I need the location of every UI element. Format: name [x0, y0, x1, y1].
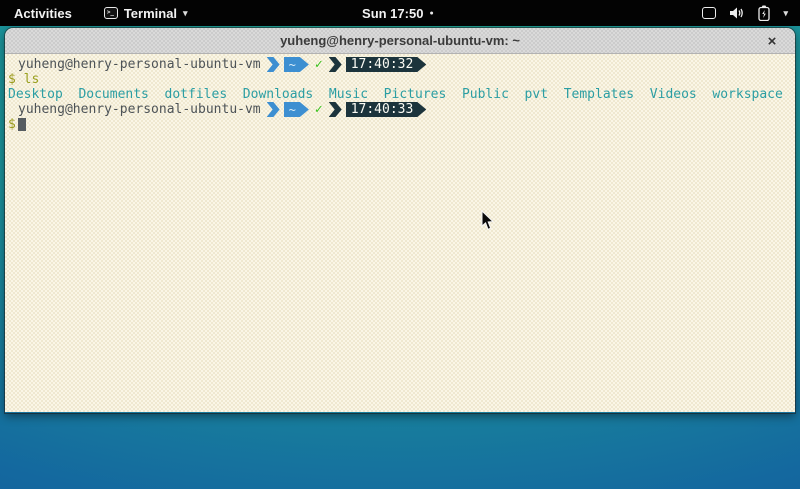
prompt-symbol: $: [8, 72, 16, 87]
window-title: yuheng@henry-personal-ubuntu-vm: ~: [280, 33, 520, 48]
prompt-timestamp: 17:40:32: [351, 57, 414, 72]
mouse-cursor-icon: [481, 210, 495, 231]
close-icon[interactable]: ×: [761, 28, 783, 54]
prompt-user-host: yuheng@henry-personal-ubuntu-vm: [18, 102, 261, 117]
chevron-down-icon: ▾: [183, 9, 188, 18]
status-check-icon: ✓: [315, 57, 323, 72]
gnome-top-bar: Activities >_ Terminal ▾ Sun 17:50 ● ▾: [0, 0, 800, 26]
prompt-line: yuheng@henry-personal-ubuntu-vm ~ ✓ 17:4…: [8, 102, 795, 117]
terminal-icon: >_: [104, 7, 118, 19]
volume-icon: [729, 6, 745, 20]
prompt-line: yuheng@henry-personal-ubuntu-vm ~ ✓ 17:4…: [8, 57, 795, 72]
desktop-background: Activities >_ Terminal ▾ Sun 17:50 ● ▾: [0, 0, 800, 489]
prompt-timestamp: 17:40:33: [351, 102, 414, 117]
directory-list: Desktop Documents dotfiles Downloads Mus…: [8, 87, 783, 102]
screen-icon: [702, 7, 716, 19]
powerline-arrow-icon: [267, 102, 280, 117]
app-menu-label: Terminal: [124, 6, 177, 21]
powerline-arrow-icon: [329, 57, 342, 72]
prompt-symbol: $: [8, 117, 16, 132]
terminal-viewport[interactable]: yuheng@henry-personal-ubuntu-vm ~ ✓ 17:4…: [5, 54, 795, 412]
prompt-user-host: yuheng@henry-personal-ubuntu-vm: [18, 57, 261, 72]
system-tray[interactable]: ▾: [702, 5, 788, 21]
clock-text: Sun 17:50: [362, 6, 423, 21]
app-menu-terminal[interactable]: >_ Terminal ▾: [104, 6, 188, 21]
terminal-window: yuheng@henry-personal-ubuntu-vm: ~ × yuh…: [5, 28, 795, 413]
prompt-cwd: ~: [289, 58, 296, 72]
input-line[interactable]: $: [8, 117, 795, 132]
prompt-cwd-segment: ~: [284, 102, 309, 117]
status-check-icon: ✓: [315, 102, 323, 117]
battery-charging-icon: [758, 5, 770, 21]
prompt-time-segment: 17:40:32: [346, 57, 427, 72]
prompt-cwd-segment: ~: [284, 57, 309, 72]
prompt-time-segment: 17:40:33: [346, 102, 427, 117]
notification-dot-icon: ●: [429, 10, 433, 17]
command-line: $ ls: [8, 72, 795, 87]
powerline-arrow-icon: [267, 57, 280, 72]
ls-output-line: Desktop Documents dotfiles Downloads Mus…: [8, 87, 795, 102]
typed-command: ls: [24, 72, 40, 87]
prompt-cwd: ~: [289, 103, 296, 117]
chevron-down-icon: ▾: [783, 8, 788, 19]
text-cursor: [18, 118, 26, 131]
activities-button[interactable]: Activities: [10, 6, 76, 21]
clock-button[interactable]: Sun 17:50 ●: [362, 0, 434, 26]
window-titlebar[interactable]: yuheng@henry-personal-ubuntu-vm: ~ ×: [5, 28, 795, 54]
powerline-arrow-icon: [329, 102, 342, 117]
